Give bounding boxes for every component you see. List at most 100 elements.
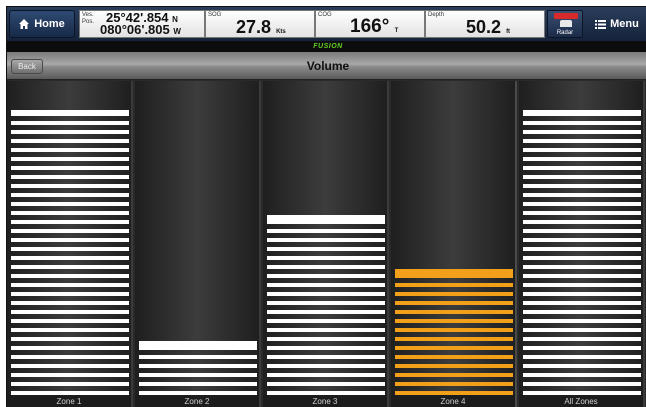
volume-bar-segment xyxy=(523,283,641,287)
volume-bar-segment xyxy=(11,166,129,170)
volume-bar-segment xyxy=(11,157,129,161)
volume-bar-segment xyxy=(523,166,641,170)
longitude-hemisphere: W xyxy=(173,27,181,36)
volume-bar-segment xyxy=(523,238,641,242)
volume-bar-segment xyxy=(139,355,257,359)
volume-bar-segment xyxy=(267,310,385,314)
volume-bar-segment xyxy=(395,328,513,332)
volume-level-bars[interactable] xyxy=(523,110,641,395)
volume-bar-segment xyxy=(267,328,385,332)
volume-bar-segment xyxy=(267,373,385,377)
volume-bar-segment xyxy=(395,364,513,368)
zone-1[interactable]: Zone 1 xyxy=(7,81,133,407)
volume-bar-segment xyxy=(11,319,129,323)
volume-bar-segment xyxy=(267,301,385,305)
radar-button[interactable]: Radar xyxy=(547,10,583,38)
depth-unit: ft xyxy=(506,29,511,35)
volume-bar-segment xyxy=(11,355,129,359)
depth-label: Depth xyxy=(428,12,445,18)
sog-label: SOG xyxy=(208,12,222,18)
back-button[interactable]: Back xyxy=(11,59,43,74)
zone-5[interactable]: All Zones xyxy=(519,81,645,407)
volume-bar-segment xyxy=(523,220,641,224)
volume-bar-segment xyxy=(395,346,513,350)
volume-bar-segment xyxy=(11,229,129,233)
volume-bar-segment xyxy=(523,328,641,332)
volume-bar-segment xyxy=(11,202,129,206)
volume-bar-segment xyxy=(11,328,129,332)
display-frame: Home Ves. Pos. 25°42'.854 N 080°06'.805 … xyxy=(6,6,646,407)
volume-bar-segment xyxy=(11,292,129,296)
radar-icon xyxy=(560,20,572,27)
menu-button[interactable]: Menu xyxy=(587,10,646,38)
home-button[interactable]: Home xyxy=(9,10,75,38)
volume-bar-segment xyxy=(11,310,129,314)
volume-bar-segment xyxy=(11,175,129,179)
volume-bar-segment xyxy=(11,148,129,152)
volume-bar-segment xyxy=(11,364,129,368)
sog-cell[interactable]: SOG 27.8 Kts xyxy=(205,10,315,38)
volume-bar-segment xyxy=(523,355,641,359)
volume-level-cap xyxy=(139,341,257,347)
volume-bar-segment xyxy=(395,373,513,377)
menu-label: Menu xyxy=(610,18,639,30)
volume-bar-segment xyxy=(11,211,129,215)
volume-bar-segment xyxy=(267,238,385,242)
volume-bar-segment xyxy=(267,319,385,323)
volume-level-cap xyxy=(395,269,513,275)
zone-4[interactable]: Zone 4 xyxy=(391,81,517,407)
cog-unit: T xyxy=(394,28,399,34)
volume-level-bars[interactable] xyxy=(139,341,257,395)
depth-cell[interactable]: Depth 50.2 ft xyxy=(425,10,545,38)
volume-bar-segment xyxy=(267,364,385,368)
menu-icon xyxy=(595,19,607,29)
zone-3[interactable]: Zone 3 xyxy=(263,81,389,407)
volume-bar-segment xyxy=(523,292,641,296)
volume-bar-segment xyxy=(139,364,257,368)
volume-bar-segment xyxy=(395,292,513,296)
volume-bar-segment xyxy=(11,139,129,143)
volume-bar-segment xyxy=(11,274,129,278)
volume-bar-segment xyxy=(523,184,641,188)
volume-bar-segment xyxy=(523,247,641,251)
volume-bar-segment xyxy=(11,247,129,251)
volume-level-bars[interactable] xyxy=(395,269,513,395)
cog-label: COG xyxy=(318,12,332,18)
home-label: Home xyxy=(34,18,65,30)
volume-level-bars[interactable] xyxy=(267,215,385,395)
volume-bar-segment xyxy=(523,373,641,377)
volume-bar-segment xyxy=(267,229,385,233)
volume-bar-segment xyxy=(11,346,129,350)
volume-bar-segment xyxy=(11,184,129,188)
volume-bar-segment xyxy=(11,220,129,224)
volume-bar-segment xyxy=(523,337,641,341)
volume-level-bars[interactable] xyxy=(11,110,129,395)
volume-bar-segment xyxy=(395,301,513,305)
cog-cell[interactable]: COG 166° T xyxy=(315,10,425,38)
volume-bar-segment xyxy=(523,211,641,215)
volume-bar-segment xyxy=(523,175,641,179)
cog-value: 166° xyxy=(350,16,390,37)
volume-bar-segment xyxy=(395,283,513,287)
volume-bar-segment xyxy=(11,130,129,134)
volume-bar-segment xyxy=(267,247,385,251)
volume-bar-segment xyxy=(395,337,513,341)
zone-volume-panel: Zone 1 Zone 2 Zone 3 Zone 4 All Zones xyxy=(7,81,646,407)
zone-label: Zone 2 xyxy=(135,395,259,407)
zone-2[interactable]: Zone 2 xyxy=(135,81,261,407)
volume-bar-segment xyxy=(11,301,129,305)
volume-bar-segment xyxy=(523,130,641,134)
volume-bar-segment xyxy=(523,274,641,278)
volume-level-cap xyxy=(11,110,129,116)
volume-bar-segment xyxy=(267,265,385,269)
position-cell[interactable]: Ves. Pos. 25°42'.854 N 080°06'.805 W xyxy=(79,10,205,38)
page-title: Volume xyxy=(306,59,350,73)
sog-unit: Kts xyxy=(276,29,286,35)
zone-label: Zone 3 xyxy=(263,395,387,407)
volume-bar-segment xyxy=(523,121,641,125)
volume-bar-segment xyxy=(11,382,129,386)
volume-bar-segment xyxy=(11,337,129,341)
volume-bar-segment xyxy=(267,355,385,359)
volume-bar-segment xyxy=(267,346,385,350)
volume-bar-segment xyxy=(11,193,129,197)
